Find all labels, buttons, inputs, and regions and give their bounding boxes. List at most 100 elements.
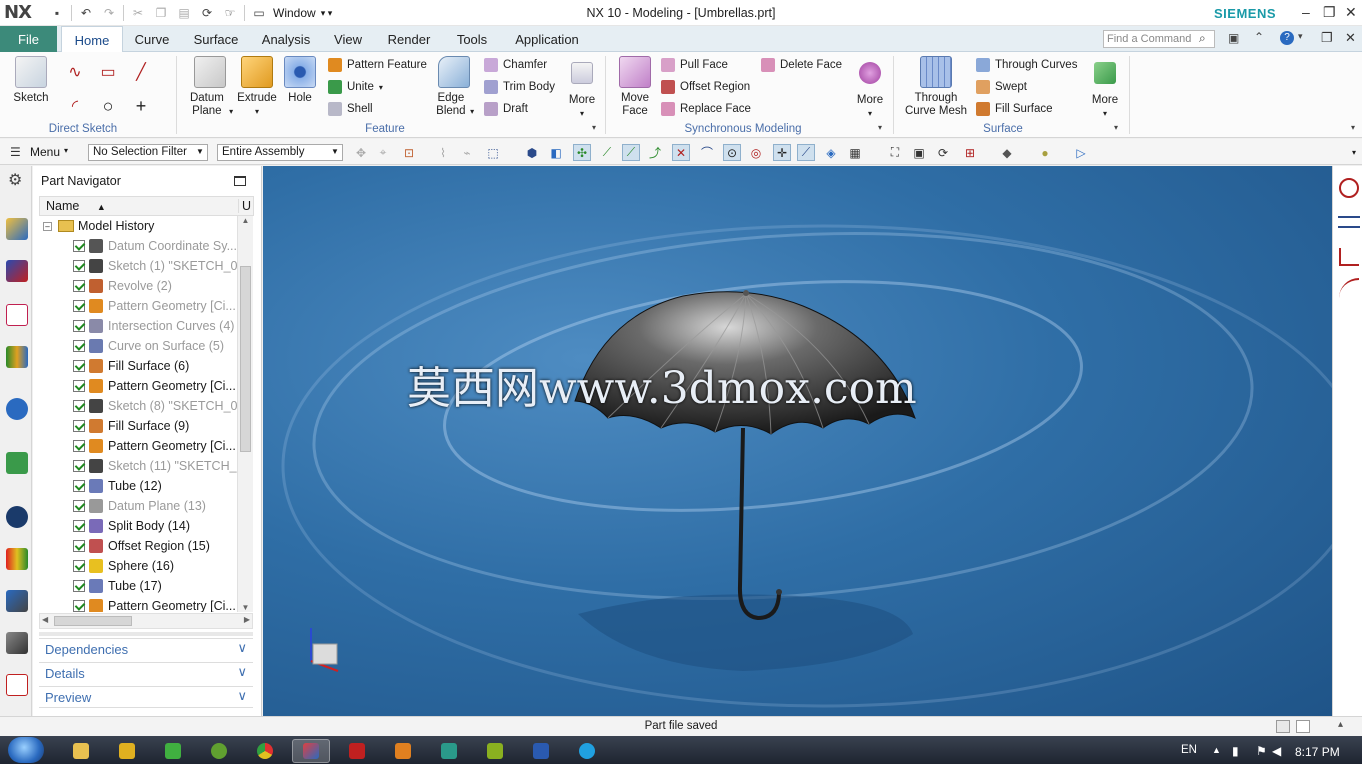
- reuse-library-icon[interactable]: [6, 346, 28, 368]
- expand-icon[interactable]: ▴: [1338, 719, 1343, 730]
- tree-node-feature[interactable]: Tube (12): [39, 476, 237, 496]
- part-navigator-icon[interactable]: [6, 304, 28, 326]
- checkbox-checked-icon[interactable]: [73, 600, 85, 612]
- group-options-icon[interactable]: ▾: [592, 123, 596, 132]
- tree-node-feature[interactable]: Offset Region (15): [39, 536, 237, 556]
- taskbar-explorer[interactable]: [62, 739, 100, 763]
- snap-mid-point-icon[interactable]: ⟋: [598, 144, 616, 161]
- clock-time[interactable]: 8:17 PM: [1295, 745, 1340, 759]
- sketch-button[interactable]: Sketch: [8, 56, 54, 105]
- snap-bounded-grid-icon[interactable]: ▦: [846, 144, 864, 161]
- taskbar-app[interactable]: [338, 739, 376, 763]
- roles-icon[interactable]: [6, 674, 28, 696]
- assembly-navigator-icon[interactable]: [6, 218, 28, 240]
- taskbar-app[interactable]: [384, 739, 422, 763]
- checkbox-checked-icon[interactable]: [73, 380, 85, 392]
- vertical-scrollbar[interactable]: ▲ ▼: [237, 216, 253, 612]
- checkbox-checked-icon[interactable]: [73, 460, 85, 472]
- tree-node-feature[interactable]: Curve on Surface (5): [39, 336, 237, 356]
- tree-node-feature[interactable]: Fill Surface (9): [39, 416, 237, 436]
- replace-face-button[interactable]: Replace Face: [661, 100, 751, 118]
- checkbox-checked-icon[interactable]: [73, 360, 85, 372]
- taskbar-app[interactable]: [476, 739, 514, 763]
- selection-status-icon[interactable]: [1276, 720, 1290, 733]
- help-icon[interactable]: ?: [1280, 31, 1294, 45]
- offset-region-button[interactable]: Offset Region: [661, 78, 750, 96]
- tree-node-feature[interactable]: Split Body (14): [39, 516, 237, 536]
- tab-view[interactable]: View: [328, 26, 368, 52]
- select-body-icon[interactable]: ⬢: [523, 144, 541, 161]
- collapse-icon[interactable]: –: [43, 221, 52, 231]
- move-face-button[interactable]: Move Face: [614, 56, 656, 118]
- model-history-tree[interactable]: – Model History Datum Coordinate Sy... Sk…: [39, 216, 237, 612]
- snap-end-point-icon[interactable]: ✣: [573, 144, 591, 161]
- scroll-thumb[interactable]: [240, 266, 251, 452]
- menu-icon[interactable]: ☰: [10, 145, 21, 159]
- tab-application[interactable]: Application: [508, 26, 586, 52]
- menu-button[interactable]: Menu: [30, 145, 60, 159]
- system-materials-icon[interactable]: [6, 548, 28, 570]
- minimize-icon[interactable]: –: [1302, 4, 1310, 20]
- tree-node-feature[interactable]: Datum Coordinate Sy...: [39, 236, 237, 256]
- tab-home[interactable]: Home: [61, 26, 123, 53]
- pull-face-button[interactable]: Pull Face: [661, 56, 728, 74]
- tree-node-feature[interactable]: Tube (17): [39, 576, 237, 596]
- close-icon[interactable]: ✕: [1345, 4, 1357, 21]
- orient-view-icon[interactable]: ⊞: [961, 144, 979, 161]
- tree-node-feature[interactable]: Pattern Geometry [Ci...: [39, 376, 237, 396]
- fill-surface-button[interactable]: Fill Surface: [976, 100, 1053, 118]
- lasso-select-icon[interactable]: ⌁: [458, 144, 476, 161]
- point-icon[interactable]: +: [130, 96, 152, 116]
- toolbar-options-icon[interactable]: ▾: [1352, 148, 1356, 157]
- general-selection-icon[interactable]: ✥: [352, 144, 370, 161]
- tree-node-feature[interactable]: Sketch (1) "SKETCH_0...: [39, 256, 237, 276]
- hd3d-tools-icon[interactable]: [6, 398, 28, 420]
- manufacturing-wizards-icon[interactable]: [6, 632, 28, 654]
- edge-blend-button[interactable]: Edge Blend ▾: [432, 56, 476, 118]
- tree-node-model-history[interactable]: – Model History: [39, 216, 237, 236]
- checkbox-checked-icon[interactable]: [73, 560, 85, 572]
- tree-node-feature[interactable]: Pattern Geometry [Ci...: [39, 296, 237, 316]
- fullscreen-icon[interactable]: [1296, 720, 1310, 733]
- tree-node-feature[interactable]: Pattern Geometry [Ci...: [39, 436, 237, 456]
- snap-existing-point-icon[interactable]: ✛: [773, 144, 791, 161]
- arc-icon[interactable]: ◜: [64, 96, 86, 116]
- measure-length-icon[interactable]: [1338, 216, 1360, 228]
- preview-panel[interactable]: Preview ∨: [39, 686, 253, 708]
- snap-control-point-icon[interactable]: ⟋: [622, 144, 640, 161]
- group-options-icon[interactable]: ▾: [1114, 123, 1118, 132]
- tree-node-feature[interactable]: Revolve (2): [39, 276, 237, 296]
- selection-filter-select[interactable]: No Selection Filter: [88, 144, 208, 161]
- snap-center-icon[interactable]: ⊙: [723, 144, 741, 161]
- trim-body-button[interactable]: Trim Body: [484, 78, 555, 96]
- chamfer-button[interactable]: Chamfer: [484, 56, 547, 74]
- settings-icon[interactable]: ⚙: [8, 170, 22, 190]
- measure-angle-icon[interactable]: [1339, 248, 1359, 266]
- rectangle-select-icon[interactable]: ⬚: [484, 144, 502, 161]
- splitter[interactable]: [39, 632, 253, 636]
- profile-icon[interactable]: ∿: [64, 62, 86, 82]
- snap-point-on-curve-icon[interactable]: ⟋: [797, 144, 815, 161]
- language-indicator[interactable]: EN: [1181, 744, 1197, 756]
- tab-surface[interactable]: Surface: [186, 26, 246, 52]
- action-center-icon[interactable]: ⚑: [1256, 744, 1267, 758]
- tree-node-feature[interactable]: Datum Plane (13): [39, 496, 237, 516]
- scroll-right-icon[interactable]: ▶: [244, 615, 250, 624]
- tree-node-feature[interactable]: Fill Surface (6): [39, 356, 237, 376]
- checkbox-checked-icon[interactable]: [73, 540, 85, 552]
- taskbar-app[interactable]: [430, 739, 468, 763]
- column-header-name[interactable]: Name ▲ U: [39, 196, 254, 216]
- tab-file[interactable]: File: [0, 26, 57, 52]
- collapse-ribbon-icon[interactable]: ⌃: [1254, 30, 1264, 44]
- scroll-up-icon[interactable]: ▲: [238, 216, 253, 225]
- fit-view-icon[interactable]: ⛶: [886, 144, 904, 161]
- scroll-thumb[interactable]: [54, 616, 132, 626]
- ribbon-options-icon[interactable]: ▾: [1351, 123, 1355, 132]
- hole-button[interactable]: Hole: [282, 56, 318, 105]
- unite-button[interactable]: Unite ▾: [328, 78, 383, 96]
- show-hidden-icons-icon[interactable]: ▲: [1212, 745, 1221, 755]
- snap-arc-center-icon[interactable]: ⌒: [698, 144, 716, 161]
- extrude-button[interactable]: Extrude ▾: [235, 56, 279, 118]
- tab-render[interactable]: Render: [381, 26, 437, 52]
- tree-node-feature[interactable]: Intersection Curves (4): [39, 316, 237, 336]
